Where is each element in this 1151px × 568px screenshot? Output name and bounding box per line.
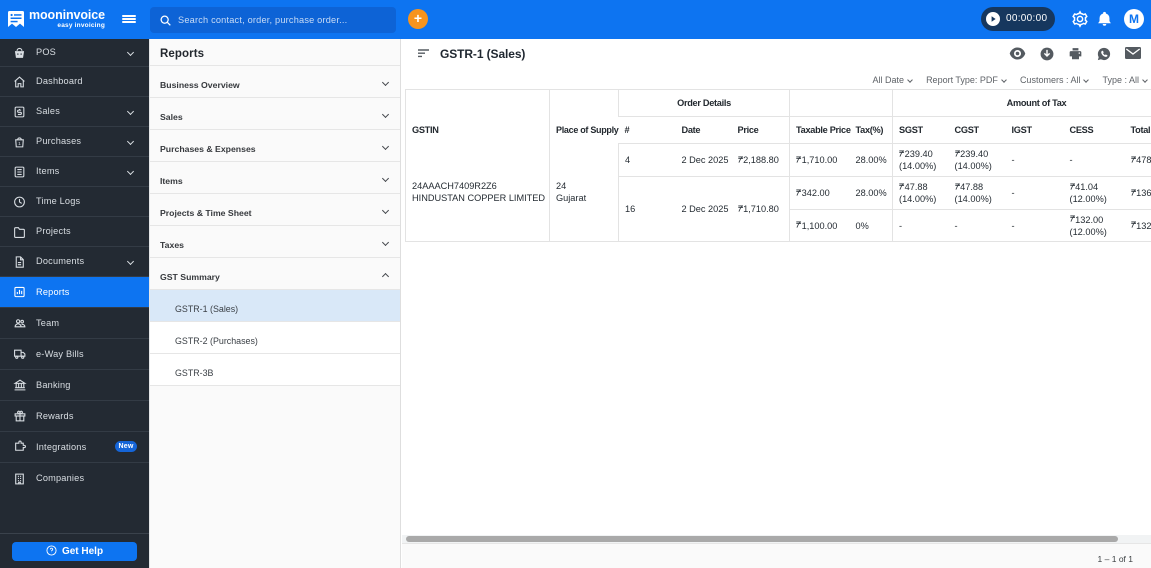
- svg-text:1: 1: [18, 140, 21, 146]
